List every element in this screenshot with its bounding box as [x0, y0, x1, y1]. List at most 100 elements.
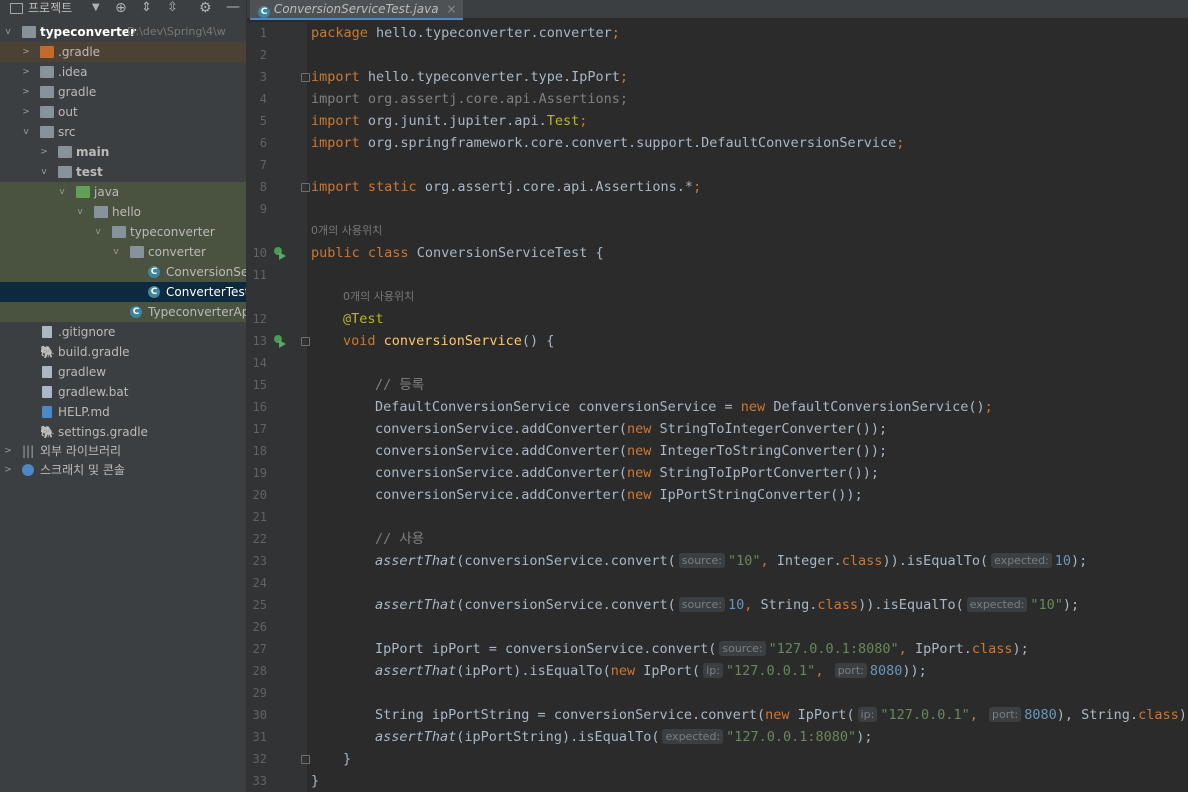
folder-icon: [40, 106, 54, 118]
tree-item-test[interactable]: v test: [0, 162, 246, 182]
import-path: org.springframework.core.convert.support…: [367, 135, 897, 151]
tree-item-gradlew[interactable]: gradlew: [0, 362, 246, 382]
code-line: import org.junit.jupiter.api.Test;: [311, 110, 587, 132]
chevron-right-icon[interactable]: >: [21, 102, 31, 122]
tree-item-gradle[interactable]: > gradle: [0, 82, 246, 102]
tree-item-build-gradle[interactable]: 🐘 build.gradle: [0, 342, 246, 362]
editor-gutter: 1 2 3 4 5 6 7 8 9 10 11 12 13 14 15 16 1…: [247, 22, 310, 792]
line-number: 11: [252, 268, 267, 282]
line-number: 10: [252, 246, 267, 260]
chevron-down-icon[interactable]: v: [3, 22, 13, 42]
variable: conversionService: [578, 399, 717, 415]
tree-item-src[interactable]: v src: [0, 122, 246, 142]
tree-item-main[interactable]: > main: [0, 142, 246, 162]
minimize-icon[interactable]: —: [226, 0, 240, 14]
tree-item-label: .gitignore: [58, 325, 116, 339]
tree-item-label: HELP.md: [58, 405, 110, 419]
tree-item-hello[interactable]: v hello: [0, 202, 246, 222]
chevron-right-icon[interactable]: >: [21, 42, 31, 62]
tree-item-idea[interactable]: > .idea: [0, 62, 246, 82]
chevron-down-icon[interactable]: v: [21, 122, 31, 142]
number-literal: 8080: [869, 663, 903, 679]
keyword: class: [841, 553, 883, 569]
usage-hint[interactable]: 0개의 사용위치: [343, 286, 414, 308]
tree-item-help-md[interactable]: HELP.md: [0, 402, 246, 422]
tree-item-root[interactable]: v typeconverter D:\dev\Spring\4\w: [0, 22, 246, 42]
tree-item-java[interactable]: v java: [0, 182, 246, 202]
tree-item-conversion-service-test[interactable]: C ConversionServ: [0, 262, 246, 282]
run-test-icon[interactable]: [273, 334, 287, 348]
chevron-down-icon[interactable]: v: [75, 202, 85, 222]
tree-item-gradlew-bat[interactable]: gradlew.bat: [0, 382, 246, 402]
argument: (ipPort): [456, 663, 522, 679]
tab-conversion-service-test[interactable]: C ConversionServiceTest.java ×: [250, 0, 463, 20]
number-literal: 10: [727, 597, 745, 613]
tree-item-typeconverter-app[interactable]: C TypeconverterApp: [0, 302, 246, 322]
chevron-right-icon[interactable]: >: [3, 442, 13, 461]
static-method: assertThat: [375, 597, 457, 613]
fold-marker-icon[interactable]: [301, 755, 310, 764]
tree-item-scratches[interactable]: > 스크래치 및 콘솔: [0, 461, 246, 480]
line-number: 33: [252, 774, 267, 788]
param-hint: ip:: [857, 707, 878, 722]
folder-icon: [40, 126, 54, 138]
shell-script-icon: [42, 366, 52, 378]
tree-item-gitignore[interactable]: .gitignore: [0, 322, 246, 342]
expand-all-icon[interactable]: ⇕: [141, 0, 152, 16]
project-view-label[interactable]: 프로젝트: [28, 0, 72, 16]
chevron-down-icon[interactable]: v: [111, 242, 121, 262]
collapse-all-icon[interactable]: ⇳: [167, 0, 178, 16]
run-test-icon[interactable]: [273, 246, 287, 260]
code-line: }: [343, 748, 351, 770]
tab-label: ConversionServiceTest.java: [273, 2, 439, 16]
keyword: new: [626, 487, 652, 503]
constructor: IpPortStringConverter());: [659, 487, 863, 503]
locate-icon[interactable]: ⊕: [115, 0, 127, 16]
constructor: IpPort(: [797, 707, 855, 723]
string-literal: "127.0.0.1:8080": [768, 641, 899, 657]
chevron-down-icon[interactable]: v: [93, 222, 103, 242]
keyword: import: [311, 69, 360, 85]
tree-item-gradle-cache[interactable]: > .gradle: [0, 42, 246, 62]
chevron-right-icon[interactable]: >: [3, 461, 13, 480]
keyword: new: [626, 443, 652, 459]
tree-item-label: src: [58, 125, 76, 139]
tree-item-settings-gradle[interactable]: 🐘 settings.gradle: [0, 422, 246, 442]
tree-item-converter-test[interactable]: C ConverterTest: [0, 282, 246, 302]
tree-item-typeconverter[interactable]: v typeconverter: [0, 222, 246, 242]
project-toolbar: 프로젝트 ▼ ⊕ ⇕ ⇳ ⚙ —: [0, 0, 246, 18]
import-path: org.assertj.core.api.Assertions: [367, 91, 620, 107]
semicolon: ;: [984, 399, 993, 415]
close-icon[interactable]: ×: [446, 2, 456, 16]
tree-item-converter[interactable]: v converter: [0, 242, 246, 262]
dropdown-arrow-icon[interactable]: ▼: [92, 0, 100, 16]
line-number: 6: [259, 136, 267, 150]
tree-item-out[interactable]: > out: [0, 102, 246, 122]
project-view-icon[interactable]: [10, 3, 23, 14]
method-call: .isEqualTo(: [898, 553, 989, 569]
code-line: public class ConversionServiceTest {: [311, 242, 604, 264]
string-literal: "127.0.0.1": [725, 663, 816, 679]
fold-marker-icon[interactable]: [301, 183, 310, 192]
bat-file-icon: [42, 386, 52, 398]
semicolon: ;: [693, 179, 702, 195]
usage-hint[interactable]: 0개의 사용위치: [311, 220, 382, 242]
chevron-down-icon[interactable]: v: [57, 182, 67, 202]
chevron-right-icon[interactable]: >: [21, 82, 31, 102]
tree-item-label: test: [76, 165, 103, 179]
chevron-right-icon[interactable]: >: [21, 62, 31, 82]
method-name: conversionService: [383, 333, 522, 349]
code-line-unused-import: import org.assertj.core.api.Assertions;: [311, 91, 629, 107]
class-icon: C: [130, 306, 142, 318]
fold-marker-icon[interactable]: [301, 73, 310, 82]
keyword: new: [626, 465, 652, 481]
class-icon: C: [258, 6, 270, 18]
line-number: 28: [252, 664, 267, 678]
chevron-down-icon[interactable]: v: [39, 162, 49, 182]
gear-icon[interactable]: ⚙: [199, 0, 212, 16]
statement-end: );: [1062, 597, 1080, 613]
package-name: hello.typeconverter.converter: [376, 25, 612, 41]
fold-marker-icon[interactable]: [301, 337, 310, 346]
tree-item-external-libraries[interactable]: > ||| 외부 라이브러리: [0, 442, 246, 461]
chevron-right-icon[interactable]: >: [39, 142, 49, 162]
